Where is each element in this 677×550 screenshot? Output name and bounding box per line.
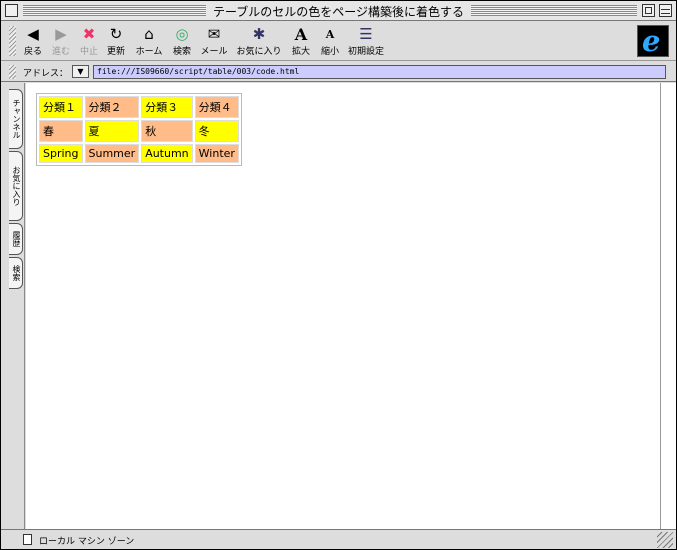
search-button[interactable]: ◎ 検索: [171, 25, 193, 57]
mail-label: メール: [200, 47, 228, 57]
text-larger-icon: A: [294, 25, 308, 44]
resize-grip[interactable]: [657, 532, 673, 548]
favorites-icon: ✱: [252, 25, 266, 43]
zoom-box[interactable]: [642, 4, 655, 17]
window-title: テーブルのセルの色をページ構築後に着色する: [206, 3, 471, 20]
table-row: 春 夏 秋 冬: [39, 120, 239, 142]
table-cell: 分類４: [194, 96, 239, 118]
address-dropdown-button[interactable]: ▼: [72, 65, 89, 78]
title-stripes-right: [471, 5, 637, 16]
search-label: 検索: [172, 47, 191, 57]
refresh-button[interactable]: ↻ 更新: [105, 25, 127, 57]
address-grip[interactable]: [9, 65, 16, 79]
search-icon: ◎: [175, 25, 189, 43]
chevron-down-icon: ▼: [77, 67, 84, 76]
page-content: 分類１ 分類２ 分類３ 分類４ 春 夏 秋 冬 Spring Summer Au…: [26, 83, 660, 529]
tab-history[interactable]: 履歴: [9, 223, 23, 255]
table-row: Spring Summer Autumn Winter: [39, 144, 239, 163]
table-cell: 春: [39, 120, 83, 142]
refresh-icon: ↻: [109, 25, 123, 43]
status-bar: ローカル マシン ゾーン: [1, 529, 676, 549]
mail-icon: ✉: [207, 25, 221, 43]
refresh-label: 更新: [106, 47, 125, 57]
home-button[interactable]: ⌂ ホーム: [135, 25, 163, 57]
tab-search[interactable]: 検索: [9, 257, 23, 289]
preferences-label: 初期設定: [347, 47, 384, 57]
table-cell: Summer: [84, 144, 140, 163]
table-cell: Autumn: [141, 144, 193, 163]
title-bar[interactable]: テーブルのセルの色をページ構築後に着色する: [1, 1, 676, 21]
ie-logo-icon: e: [642, 24, 661, 58]
title-stripes-left: [23, 5, 206, 16]
vertical-scrollbar[interactable]: [660, 83, 676, 529]
table-cell: 分類１: [39, 96, 83, 118]
mail-button[interactable]: ✉ メール: [200, 25, 228, 57]
collapse-box[interactable]: [659, 4, 672, 17]
address-label: アドレス：: [23, 69, 69, 79]
text-smaller-button[interactable]: A 縮小: [319, 25, 341, 57]
back-arrow-icon: ◀: [27, 25, 39, 43]
text-smaller-icon: A: [325, 28, 335, 41]
table-cell: 分類３: [141, 96, 193, 118]
table-cell: Winter: [194, 144, 239, 163]
preferences-button[interactable]: ☰ 初期設定: [347, 25, 385, 57]
tab-favorites[interactable]: お気に入り: [9, 151, 23, 221]
tab-channels[interactable]: チャンネル: [9, 89, 23, 149]
forward-arrow-icon: ▶: [55, 25, 67, 43]
ie-logo: e: [637, 24, 669, 58]
forward-label: 進む: [51, 47, 70, 57]
stop-button[interactable]: ✖ 中止: [79, 25, 99, 57]
address-bar: アドレス： ▼ file:///IS09660/script/table/003…: [1, 62, 676, 82]
table-cell: 冬: [194, 120, 239, 142]
favorites-label: お気に入り: [236, 47, 282, 57]
table-cell: 分類２: [84, 96, 140, 118]
home-label: ホーム: [135, 47, 163, 57]
address-input[interactable]: file:///IS09660/script/table/003/code.ht…: [93, 65, 666, 79]
table-row: 分類１ 分類２ 分類３ 分類４: [39, 96, 239, 118]
browser-window: テーブルのセルの色をページ構築後に着色する ◀ 戻る ▶ 進む ✖ 中止 ↻ 更…: [0, 0, 677, 550]
table-cell: 夏: [84, 120, 140, 142]
toolbar: ◀ 戻る ▶ 進む ✖ 中止 ↻ 更新 ⌂ ホーム ◎ 検索 ✉ メール ✱ お: [1, 22, 676, 61]
table-cell: 秋: [141, 120, 193, 142]
preferences-icon: ☰: [359, 25, 373, 43]
stop-icon: ✖: [82, 25, 96, 43]
toolbar-grip[interactable]: [9, 26, 16, 56]
favorites-button[interactable]: ✱ お気に入り: [236, 25, 282, 57]
home-icon: ⌂: [144, 25, 154, 43]
stop-label: 中止: [79, 47, 98, 57]
forward-button[interactable]: ▶ 進む: [51, 25, 71, 57]
seasons-table: 分類１ 分類２ 分類３ 分類４ 春 夏 秋 冬 Spring Summer Au…: [36, 93, 242, 166]
zone-icon: [23, 534, 32, 545]
status-text: ローカル マシン ゾーン: [39, 537, 135, 547]
back-button[interactable]: ◀ 戻る: [23, 25, 43, 57]
close-box[interactable]: [5, 4, 18, 17]
text-larger-label: 拡大: [291, 47, 310, 57]
text-smaller-label: 縮小: [320, 47, 339, 57]
explorer-bar-tabs: チャンネル お気に入り 履歴 検索: [1, 83, 25, 529]
back-label: 戻る: [23, 47, 42, 57]
table-cell: Spring: [39, 144, 83, 163]
text-larger-button[interactable]: A 拡大: [290, 25, 312, 57]
